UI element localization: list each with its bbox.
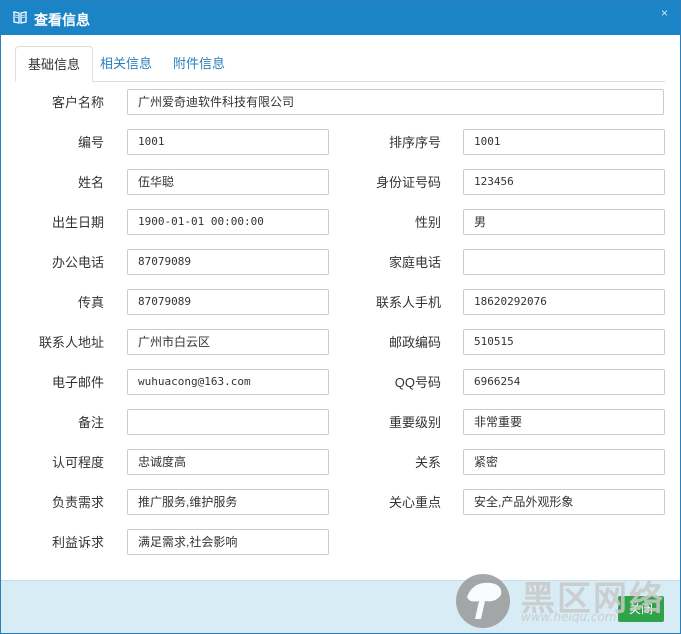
interest-field[interactable]: 满足需求,社会影响 [127, 529, 329, 555]
mobile-label: 联系人手机 [375, 295, 441, 310]
email-field[interactable]: wuhuacong@163.com [127, 369, 329, 395]
close-icon[interactable]: × [661, 6, 668, 20]
focus-label: 关心重点 [388, 495, 441, 510]
sort-order-field[interactable]: 1001 [463, 129, 665, 155]
responsible-needs-field[interactable]: 推广服务,维护服务 [127, 489, 329, 515]
office-phone-field[interactable]: 87079089 [127, 249, 329, 275]
tab-basic-info[interactable]: 基础信息 [15, 46, 94, 82]
remark-field[interactable] [127, 409, 329, 435]
tab-attachment-info[interactable]: 附件信息 [161, 46, 237, 82]
tab-related-info[interactable]: 相关信息 [88, 46, 164, 82]
watermark-url: www.heiqu.com [521, 610, 617, 624]
gender-label: 性别 [414, 215, 441, 230]
name-label: 姓名 [77, 175, 104, 190]
importance-label: 重要级别 [388, 415, 441, 430]
watermark-logo-icon [456, 574, 510, 628]
email-label: 电子邮件 [51, 375, 104, 390]
view-info-dialog: 查看信息 × 基础信息 相关信息 附件信息 客户名称 广州爱奇迪软件科技有限公司… [0, 0, 681, 634]
gender-field[interactable]: 男 [463, 209, 665, 235]
responsible-needs-label: 负责需求 [51, 495, 104, 510]
office-phone-label: 办公电话 [51, 255, 104, 270]
remark-label: 备注 [77, 415, 104, 430]
recognition-label: 认可程度 [51, 455, 104, 470]
sort-order-label: 排序序号 [388, 135, 441, 150]
code-label: 编号 [77, 135, 104, 150]
fax-label: 传真 [77, 295, 104, 310]
mobile-field[interactable]: 18620292076 [463, 289, 665, 315]
home-phone-label: 家庭电话 [388, 255, 441, 270]
tab-bar: 基础信息 相关信息 附件信息 [15, 46, 665, 82]
address-field[interactable]: 广州市白云区 [127, 329, 329, 355]
birthdate-label: 出生日期 [51, 215, 104, 230]
home-phone-field[interactable] [463, 249, 665, 275]
dialog-title: 查看信息 [34, 12, 90, 28]
id-number-field[interactable]: 123456 [463, 169, 665, 195]
watermark: 黑区网络 www.heiqu.com [451, 567, 681, 633]
dialog-titlebar: 查看信息 × [1, 1, 680, 35]
code-field[interactable]: 1001 [127, 129, 329, 155]
customer-name-label: 客户名称 [51, 95, 104, 110]
importance-field[interactable]: 非常重要 [463, 409, 665, 435]
focus-field[interactable]: 安全,产品外观形象 [463, 489, 665, 515]
id-number-label: 身份证号码 [375, 175, 441, 190]
fax-field[interactable]: 87079089 [127, 289, 329, 315]
postcode-label: 邮政编码 [388, 335, 441, 350]
qq-label: QQ号码 [394, 375, 441, 390]
recognition-field[interactable]: 忠诚度高 [127, 449, 329, 475]
interest-label: 利益诉求 [51, 535, 104, 550]
qq-field[interactable]: 6966254 [463, 369, 665, 395]
relation-field[interactable]: 紧密 [463, 449, 665, 475]
customer-name-field[interactable]: 广州爱奇迪软件科技有限公司 [127, 89, 664, 115]
name-field[interactable]: 伍华聪 [127, 169, 329, 195]
postcode-field[interactable]: 510515 [463, 329, 665, 355]
relation-label: 关系 [414, 455, 441, 470]
book-icon [13, 11, 27, 24]
address-label: 联系人地址 [38, 335, 104, 350]
birthdate-field[interactable]: 1900-01-01 00:00:00 [127, 209, 329, 235]
